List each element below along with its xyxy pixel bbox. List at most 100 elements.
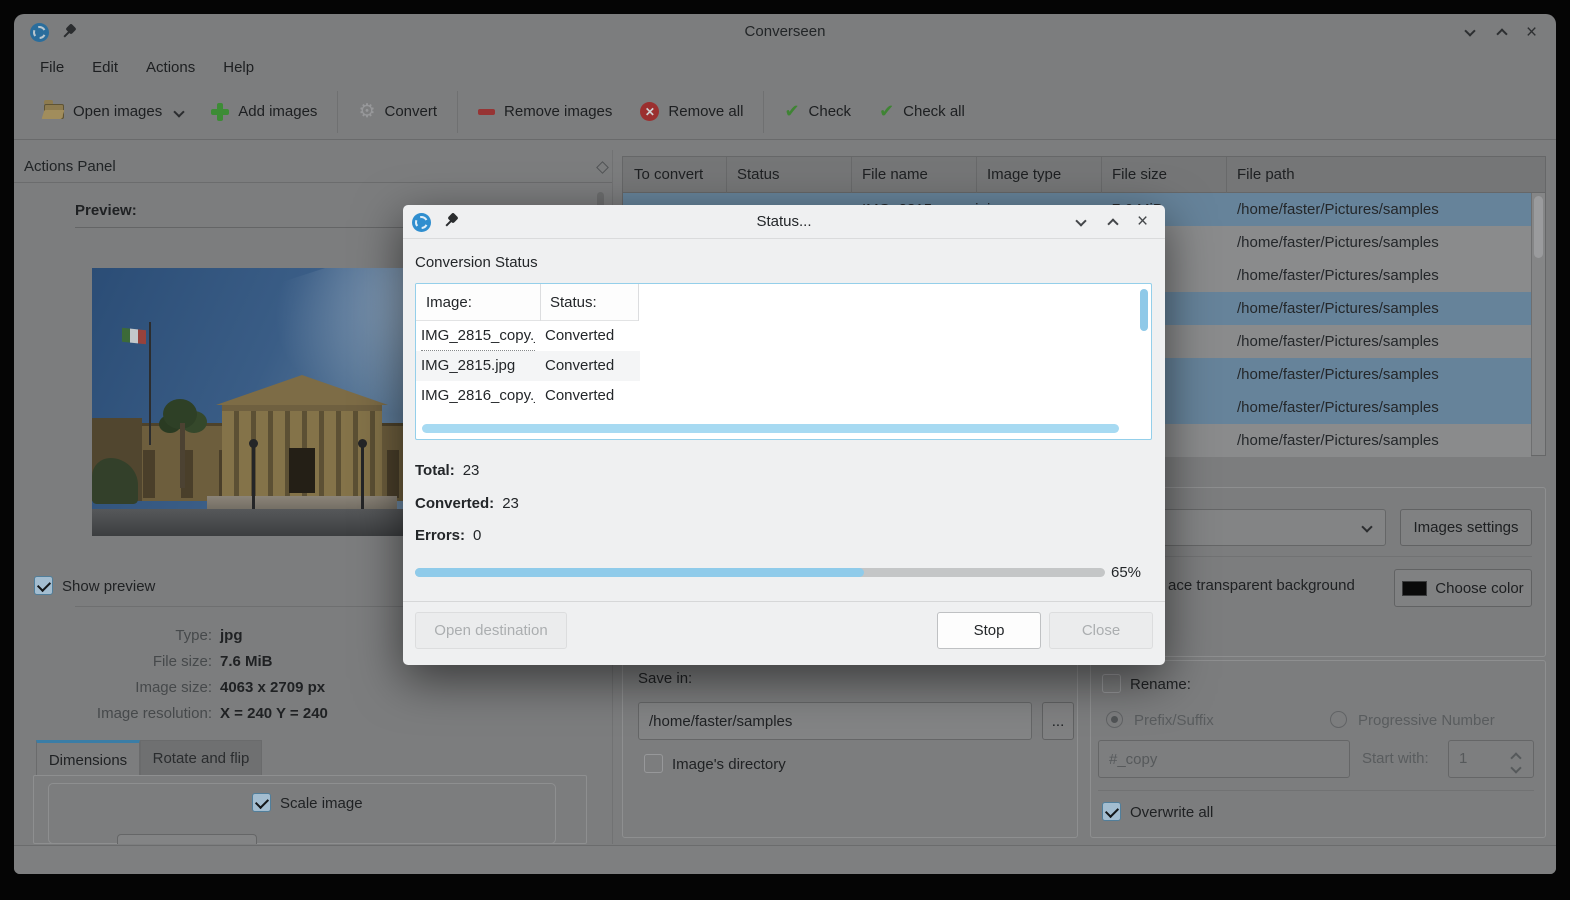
status-dialog: Status... × Conversion Status Image: Sta… — [403, 205, 1165, 665]
col-image[interactable]: Image: — [416, 284, 540, 321]
progressive-number-radio[interactable] — [1330, 711, 1347, 728]
menu-edit[interactable]: Edit — [78, 59, 132, 76]
progress-bar — [415, 568, 1105, 577]
start-with-label: Start with: — [1362, 750, 1429, 767]
info-value: 7.6 MiB — [220, 653, 273, 670]
rename-checkbox[interactable] — [1102, 674, 1121, 693]
prefix-suffix-radio[interactable] — [1106, 711, 1123, 728]
remove-all-button[interactable]: ✕ Remove all — [626, 93, 757, 131]
col-file-name[interactable]: File name — [862, 157, 928, 193]
menubar: File Edit Actions Help — [14, 50, 268, 84]
rename-pattern-input[interactable] — [1098, 740, 1350, 778]
converted-label: Converted: — [415, 495, 494, 512]
remove-images-button[interactable]: Remove images — [464, 93, 626, 131]
close-dialog-button[interactable]: Close — [1049, 612, 1153, 649]
cell-status: Converted — [545, 351, 638, 381]
cell-image: IMG_2815_copy.jpg — [421, 321, 535, 351]
menu-actions[interactable]: Actions — [132, 59, 209, 76]
open-destination-button[interactable]: Open destination — [415, 612, 567, 649]
menu-file[interactable]: File — [26, 59, 78, 76]
status-row[interactable]: IMG_2815.jpg Converted — [416, 351, 640, 381]
start-with-spinner[interactable]: 1 — [1448, 740, 1534, 778]
cell-file-path: /home/faster/Pictures/samples — [1237, 226, 1439, 259]
check-all-button[interactable]: ✔ Check all — [865, 93, 979, 131]
add-images-label: Add images — [238, 103, 317, 120]
scale-image-checkbox[interactable] — [252, 793, 271, 812]
overwrite-all-checkbox[interactable] — [1102, 802, 1121, 821]
table-scrollbar[interactable] — [1531, 193, 1545, 455]
screen: { "window": { "title": "Converseen", "co… — [0, 0, 1570, 900]
palm-trunk — [180, 423, 185, 487]
red-stop-cross-icon: ✕ — [640, 102, 659, 121]
col-file-size[interactable]: File size — [1112, 157, 1167, 193]
browse-button[interactable]: ... — [1042, 702, 1074, 740]
remove-all-label: Remove all — [668, 103, 743, 120]
open-images-button[interactable]: Open images — [30, 93, 197, 131]
info-label: Image size: — [14, 679, 212, 696]
status-table: Image: Status: IMG_2815_copy.jpg Convert… — [415, 283, 1152, 440]
check-button[interactable]: ✔ Check — [770, 93, 865, 131]
prefix-suffix-label: Prefix/Suffix — [1134, 712, 1214, 729]
status-bar — [14, 845, 1556, 874]
save-path-input[interactable] — [638, 702, 1032, 740]
errors-value: 0 — [473, 527, 481, 544]
col-image-type[interactable]: Image type — [987, 157, 1061, 193]
choose-color-label: Choose color — [1435, 580, 1523, 597]
overwrite-all-label: Overwrite all — [1130, 804, 1213, 821]
window-title: Converseen — [14, 14, 1556, 50]
total-label: Total: — [415, 462, 455, 479]
col-status[interactable]: Status — [737, 157, 780, 193]
tab-dimensions[interactable]: Dimensions — [36, 740, 140, 776]
images-directory-checkbox[interactable] — [644, 754, 663, 773]
converted-value: 23 — [502, 495, 519, 512]
tab-rotate-and-flip[interactable]: Rotate and flip — [140, 740, 262, 776]
flag-pole — [149, 322, 151, 445]
color-swatch-icon — [1402, 581, 1427, 596]
open-folder-icon — [44, 104, 64, 119]
choose-color-button[interactable]: Choose color — [1394, 569, 1532, 607]
cell-file-path: /home/faster/Pictures/samples — [1237, 193, 1439, 226]
status-row[interactable]: IMG_2815_copy.jpg Converted — [416, 321, 1151, 351]
col-file-path[interactable]: File path — [1237, 157, 1295, 193]
convert-button[interactable]: ⚙ Convert — [344, 93, 451, 131]
cell-status: Converted — [545, 381, 638, 411]
info-label: Type: — [14, 627, 212, 644]
rename-label: Rename: — [1130, 676, 1191, 693]
lamp-post — [361, 445, 364, 509]
toolbar-separator — [457, 91, 458, 133]
stop-button[interactable]: Stop — [937, 612, 1041, 649]
remove-images-label: Remove images — [504, 103, 612, 120]
dialog-vertical-scrollbar[interactable] — [1140, 289, 1148, 331]
dialog-horizontal-scrollbar[interactable] — [422, 424, 1119, 433]
close-button[interactable]: × — [1137, 212, 1148, 232]
cell-file-path: /home/faster/Pictures/samples — [1237, 424, 1439, 457]
total-value: 23 — [463, 462, 480, 479]
toolbar-separator — [763, 91, 764, 133]
toolbar-separator — [337, 91, 338, 133]
convert-label: Convert — [384, 103, 437, 120]
status-row[interactable]: IMG_2816_copy.jpg Converted — [416, 381, 1151, 411]
dialog-title: Status... — [403, 205, 1165, 239]
table-scrollbar-thumb[interactable] — [1534, 196, 1543, 258]
chevron-down-icon — [174, 106, 185, 117]
info-value: X = 240 Y = 240 — [220, 705, 328, 722]
replace-transparent-label: ace transparent background — [1168, 577, 1355, 594]
show-preview-checkbox[interactable] — [34, 576, 53, 595]
add-images-button[interactable]: Add images — [197, 93, 331, 131]
lamp-post — [252, 445, 255, 509]
close-button[interactable]: × — [1526, 23, 1537, 43]
images-settings-button[interactable]: Images settings — [1400, 509, 1532, 546]
clipped-input[interactable] — [117, 834, 257, 844]
info-label: Image resolution: — [14, 705, 212, 722]
dialog-titlebar: Status... × — [403, 205, 1165, 239]
info-value: jpg — [220, 627, 243, 644]
col-status[interactable]: Status: — [540, 284, 638, 321]
cell-file-path: /home/faster/Pictures/samples — [1237, 391, 1439, 424]
col-to-convert[interactable]: To convert — [634, 157, 703, 193]
italian-flag — [122, 328, 146, 345]
scale-image-label: Scale image — [280, 795, 363, 812]
cell-file-path: /home/faster/Pictures/samples — [1237, 325, 1439, 358]
menu-help[interactable]: Help — [209, 59, 268, 76]
conversion-status-heading: Conversion Status — [415, 254, 538, 271]
entrance-door — [289, 448, 315, 494]
